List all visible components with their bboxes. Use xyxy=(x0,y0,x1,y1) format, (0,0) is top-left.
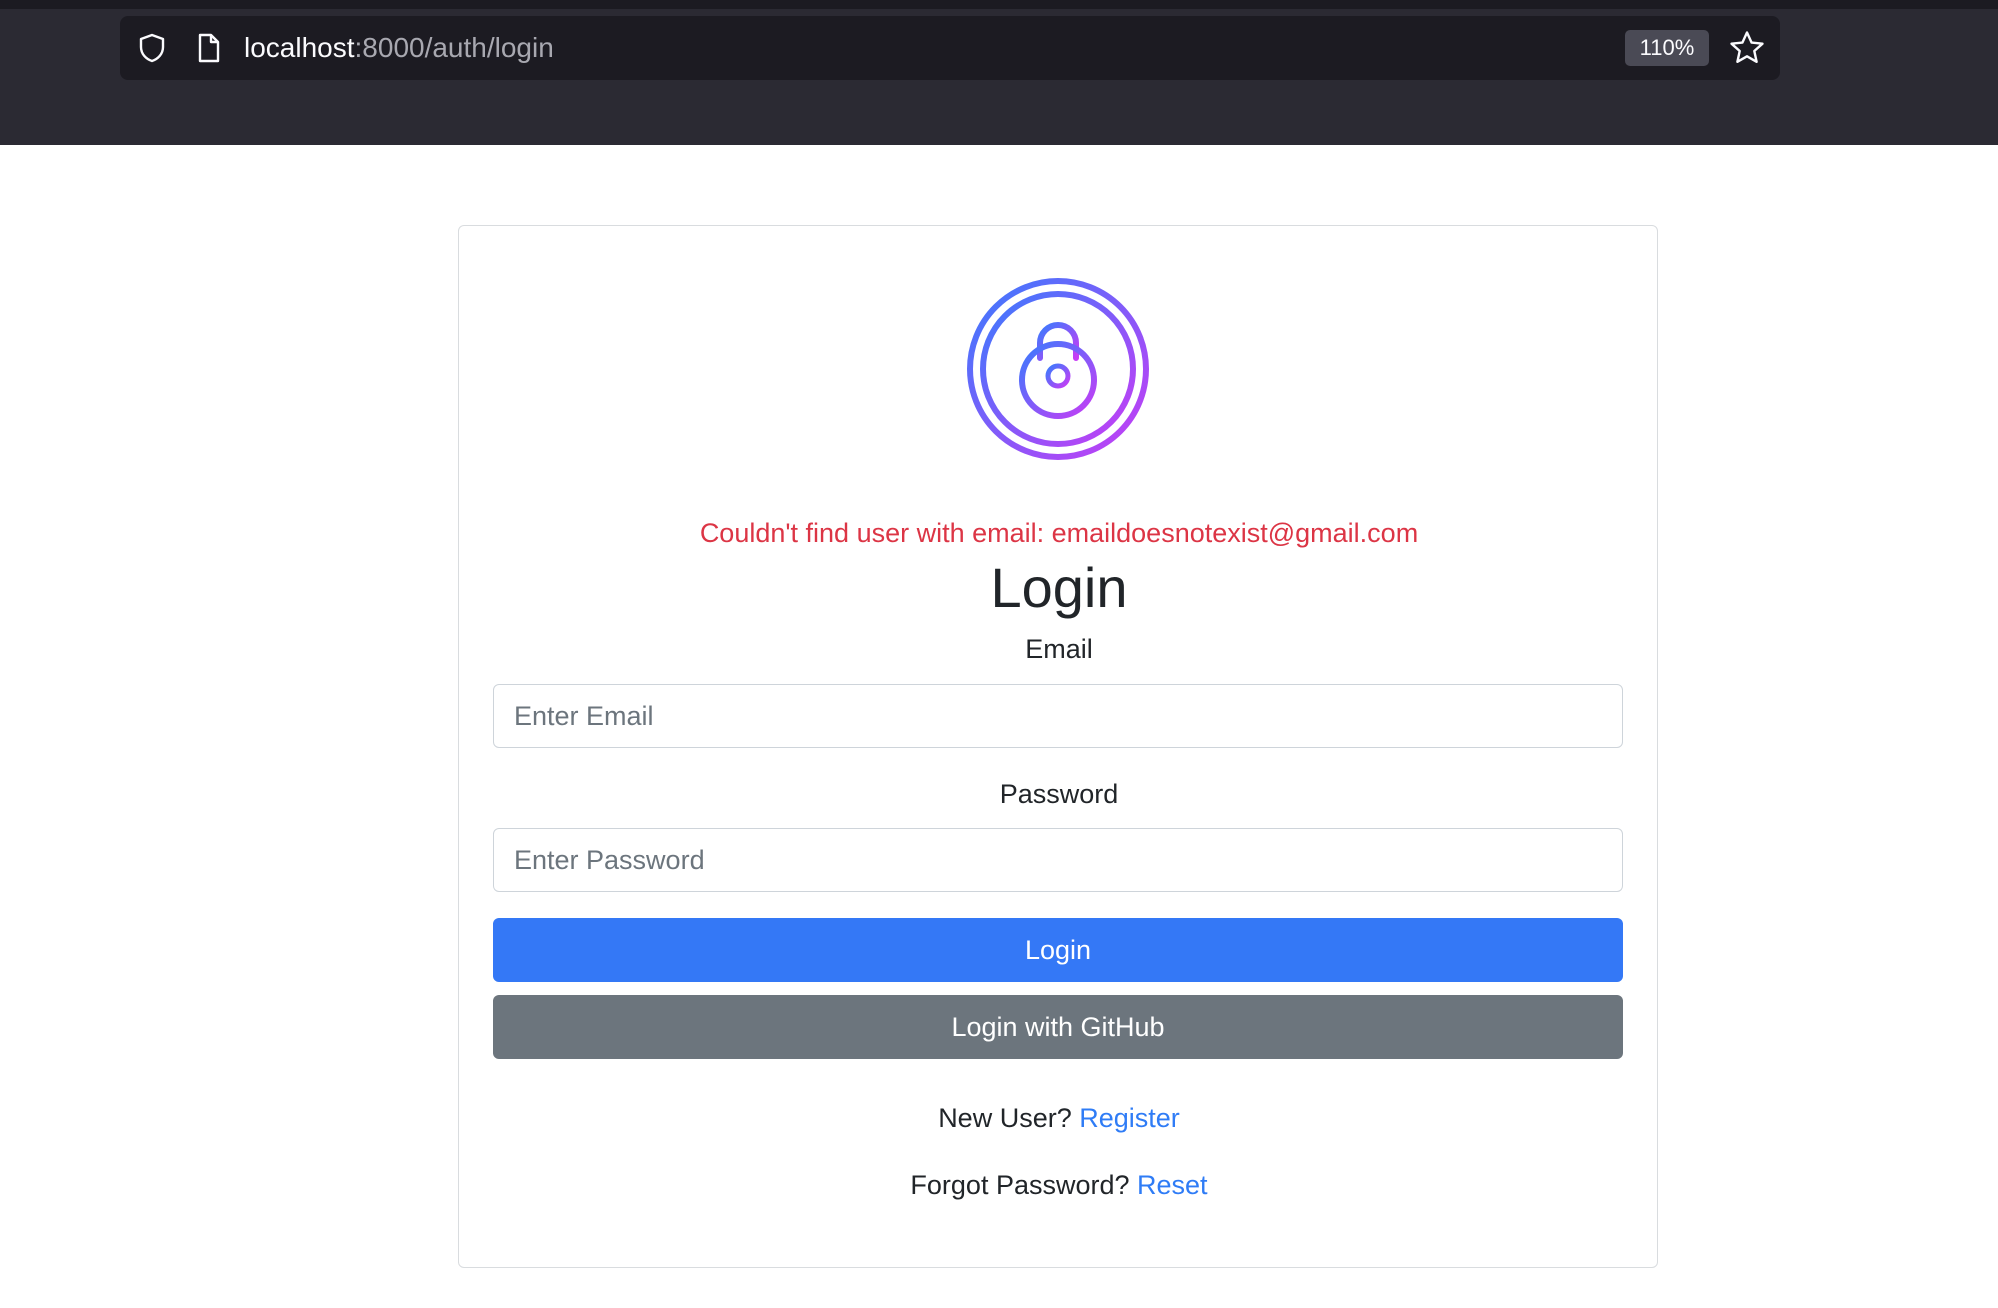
email-field[interactable] xyxy=(493,684,1623,748)
login-card: Couldn't find user with email: emaildoes… xyxy=(458,225,1658,1268)
forgot-password-text: Forgot Password? xyxy=(910,1170,1130,1200)
zoom-level-badge[interactable]: 110% xyxy=(1625,30,1709,66)
password-field[interactable] xyxy=(493,828,1623,892)
reset-link[interactable]: Reset xyxy=(1137,1170,1208,1200)
shield-icon[interactable] xyxy=(136,32,168,64)
page-title: Login xyxy=(990,556,1128,619)
url-text[interactable]: localhost:8000/auth/login xyxy=(244,16,554,80)
error-message: Couldn't find user with email: emaildoes… xyxy=(699,518,1419,548)
email-label: Email xyxy=(1025,634,1093,664)
new-user-text: New User? xyxy=(938,1103,1072,1133)
browser-toolbar: localhost:8000/auth/login 110% xyxy=(0,0,1998,145)
url-path: :8000/auth/login xyxy=(354,32,554,63)
forgot-password-line: Forgot Password? Reset xyxy=(459,1170,1659,1201)
page-icon[interactable] xyxy=(192,32,224,64)
star-icon[interactable] xyxy=(1728,29,1766,67)
password-label: Password xyxy=(999,779,1119,809)
address-bar[interactable]: localhost:8000/auth/login 110% xyxy=(120,16,1780,80)
register-link[interactable]: Register xyxy=(1079,1103,1180,1133)
tab-strip xyxy=(0,0,1998,9)
new-user-line: New User? Register xyxy=(459,1103,1659,1134)
login-button[interactable]: Login xyxy=(493,918,1623,982)
lock-icon xyxy=(965,276,1151,462)
url-host: localhost xyxy=(244,32,355,63)
login-with-github-button[interactable]: Login with GitHub xyxy=(493,995,1623,1059)
